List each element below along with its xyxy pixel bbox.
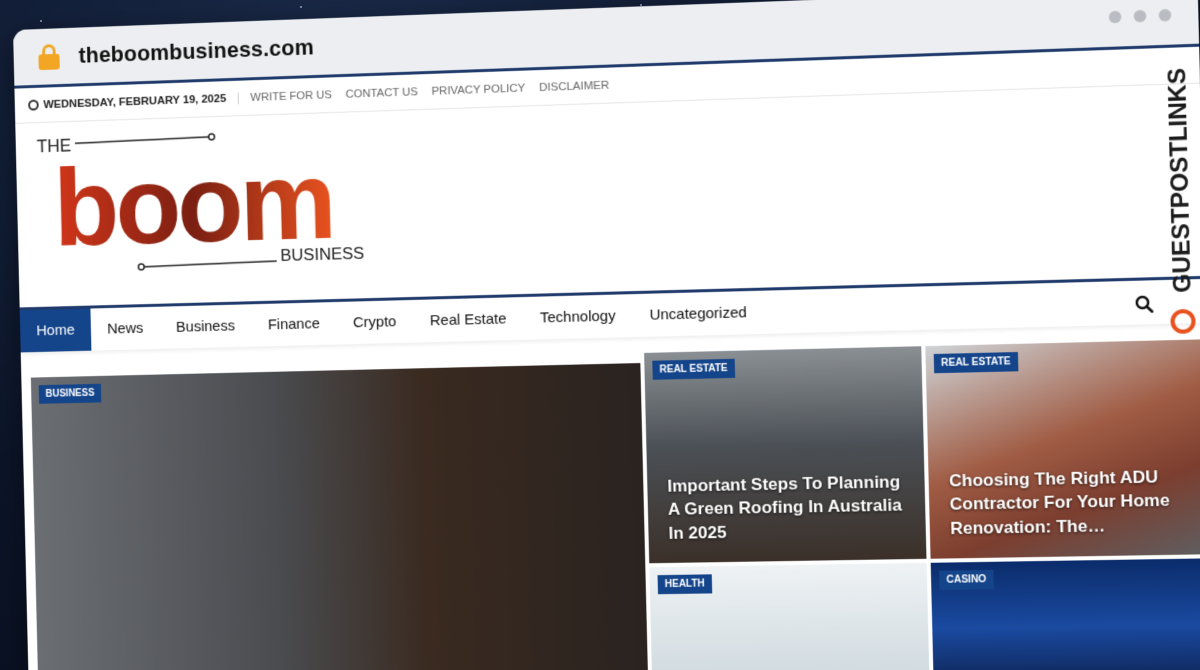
- top-link-privacy-policy[interactable]: PRIVACY POLICY: [431, 82, 525, 97]
- featured-card[interactable]: REAL ESTATE Choosing The Right ADU Contr…: [925, 339, 1200, 559]
- browser-window: theboombusiness.com WEDNESDAY, FEBRUARY …: [13, 0, 1200, 670]
- category-badge[interactable]: REAL ESTATE: [652, 359, 735, 380]
- lock-icon: [38, 43, 60, 69]
- logo-business-text: BUSINESS: [280, 244, 364, 265]
- guestpostlinks-watermark: GUESTPOSTLINKS: [1157, 47, 1200, 355]
- top-link-disclaimer[interactable]: DISCLAIMER: [539, 79, 609, 93]
- window-dot-icon[interactable]: [1134, 10, 1147, 23]
- clock-icon: [28, 100, 39, 111]
- nav-item-crypto[interactable]: Crypto: [336, 300, 414, 345]
- card-title[interactable]: Choosing The Right ADU Contractor For Yo…: [949, 464, 1199, 540]
- featured-posts-grid: BUSINESS REAL ESTATE Important Steps To …: [31, 339, 1200, 670]
- featured-card[interactable]: HEALTH: [649, 563, 929, 670]
- category-badge[interactable]: BUSINESS: [39, 384, 102, 404]
- star: [40, 20, 42, 22]
- featured-card[interactable]: CASINO: [931, 558, 1200, 670]
- header-logo-area: THE boom BUSINESS: [15, 84, 1200, 308]
- top-link-contact-us[interactable]: CONTACT US: [345, 86, 418, 100]
- url-text[interactable]: theboombusiness.com: [78, 34, 314, 68]
- top-link-write-for-us[interactable]: WRITE FOR US: [250, 89, 332, 104]
- category-badge[interactable]: HEALTH: [658, 574, 712, 594]
- date-text: WEDNESDAY, FEBRUARY 19, 2025: [43, 92, 226, 110]
- category-badge[interactable]: REAL ESTATE: [934, 352, 1018, 373]
- nav-item-business[interactable]: Business: [159, 304, 252, 349]
- featured-card-main[interactable]: BUSINESS: [31, 363, 649, 670]
- nav-item-news[interactable]: News: [90, 307, 160, 351]
- nav-item-home[interactable]: Home: [20, 309, 92, 353]
- search-icon[interactable]: [1134, 295, 1153, 314]
- date-display: WEDNESDAY, FEBRUARY 19, 2025: [28, 92, 239, 111]
- top-links: WRITE FOR US CONTACT US PRIVACY POLICY D…: [250, 79, 609, 103]
- nav-item-uncategorized[interactable]: Uncategorized: [632, 291, 764, 338]
- star: [300, 6, 302, 8]
- watermark-text: GUESTPOSTLINKS: [1164, 68, 1197, 294]
- window-dot-icon[interactable]: [1159, 9, 1172, 22]
- watermark-link-icon: [1172, 311, 1193, 332]
- card-title[interactable]: Important Steps To Planning A Green Roof…: [667, 470, 910, 545]
- nav-item-real-estate[interactable]: Real Estate: [413, 297, 524, 343]
- window-dot-icon[interactable]: [1109, 11, 1122, 24]
- category-badge[interactable]: CASINO: [939, 570, 994, 590]
- nav-item-finance[interactable]: Finance: [251, 302, 337, 347]
- nav-item-technology[interactable]: Technology: [523, 294, 633, 340]
- site-logo[interactable]: THE boom BUSINESS: [33, 119, 385, 297]
- featured-card[interactable]: REAL ESTATE Important Steps To Planning …: [644, 346, 926, 563]
- window-controls: [1109, 9, 1172, 24]
